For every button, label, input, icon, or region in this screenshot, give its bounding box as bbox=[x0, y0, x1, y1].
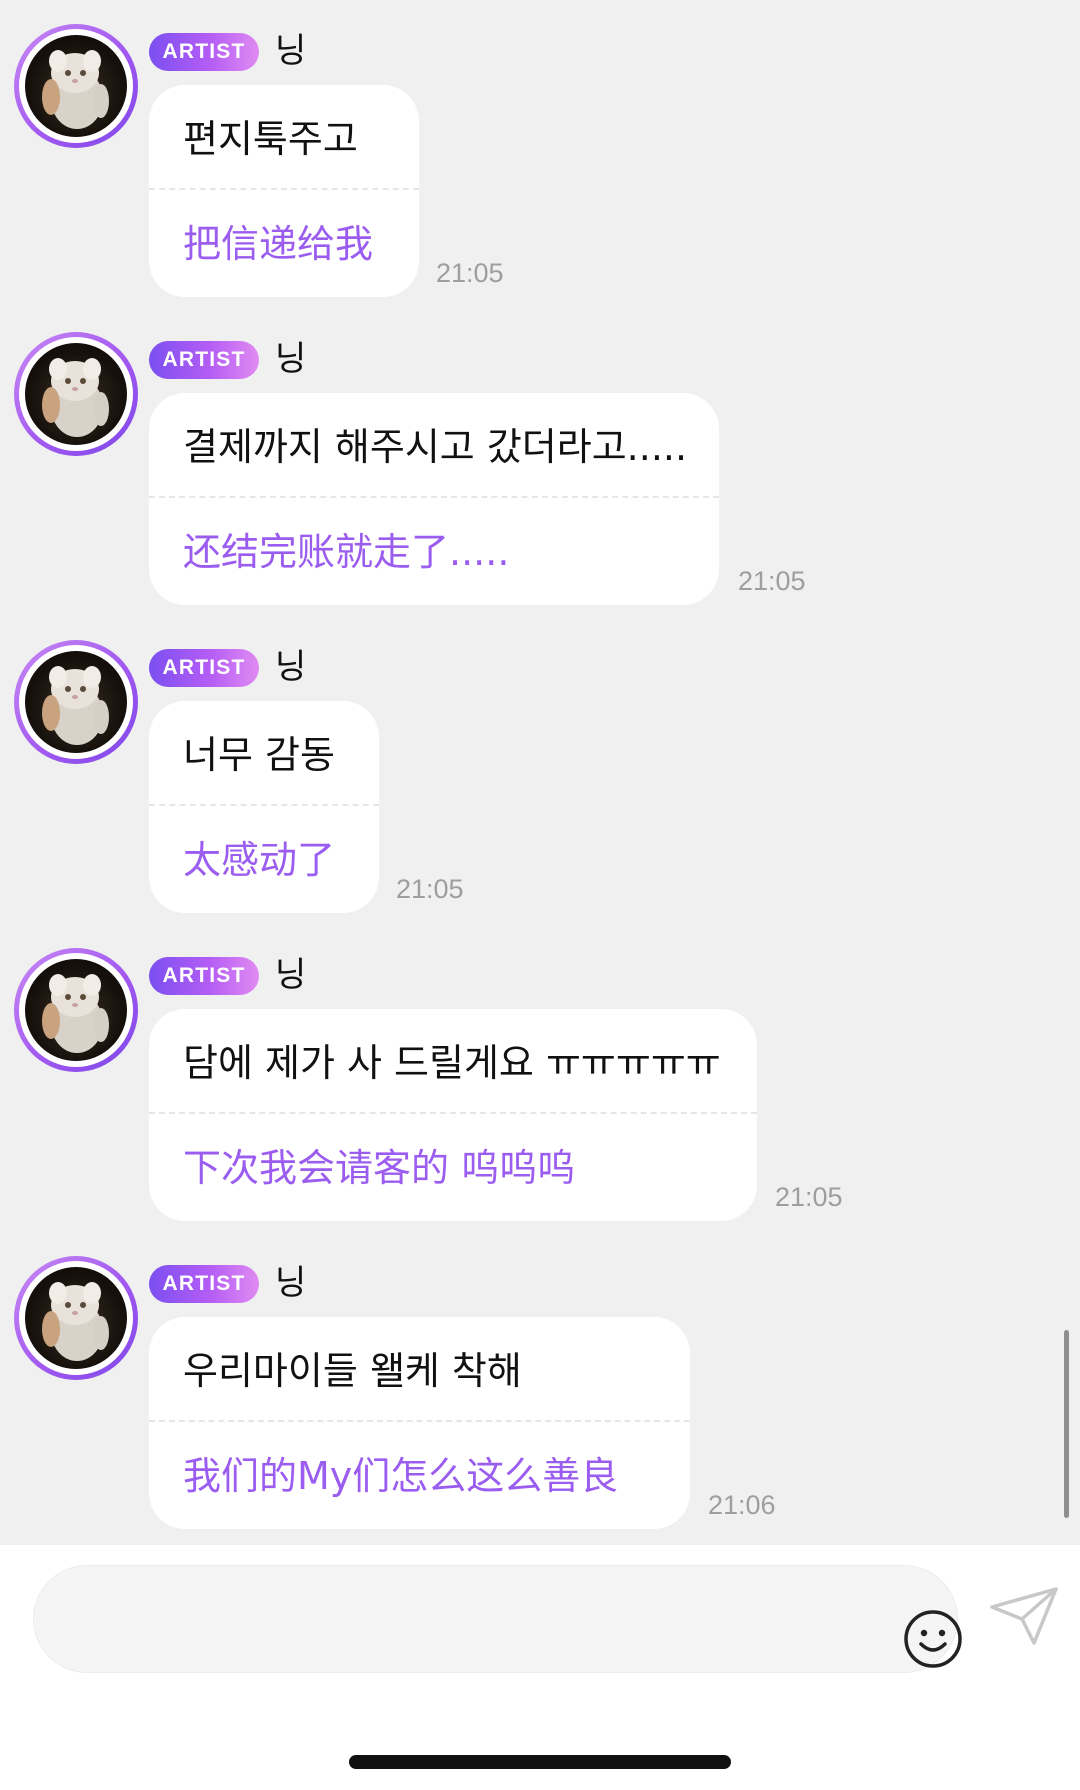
translation-text: 下次我会请客的 呜呜呜 bbox=[183, 1146, 576, 1190]
cat-avatar-image bbox=[42, 974, 109, 1053]
message-input[interactable] bbox=[33, 1565, 962, 1673]
divider bbox=[149, 188, 419, 190]
divider bbox=[149, 1112, 757, 1114]
message-row: ARTIST 닝 우리마이들 왤케 착해 我们的My们怎么这么善良 21:06 bbox=[0, 1240, 1080, 1530]
avatar[interactable] bbox=[14, 24, 138, 148]
sender-name[interactable]: 닝 bbox=[275, 644, 306, 690]
translation-text: 太感动了 bbox=[183, 838, 336, 882]
artist-badge: ARTIST bbox=[149, 957, 259, 995]
sender-name[interactable]: 닝 bbox=[275, 952, 306, 998]
artist-badge: ARTIST bbox=[149, 33, 259, 71]
sender-name[interactable]: 닝 bbox=[275, 1260, 306, 1306]
home-indicator[interactable] bbox=[349, 1755, 731, 1769]
translation-text: 还结完账就走了..... bbox=[183, 530, 510, 574]
avatar[interactable] bbox=[14, 332, 138, 456]
message-bubble[interactable]: 담에 제가 사 드릴게요 ㅠㅠㅠㅠㅠ 下次我会请客的 呜呜呜 bbox=[149, 1009, 757, 1221]
timestamp: 21:06 bbox=[708, 1490, 776, 1520]
timestamp: 21:05 bbox=[775, 1182, 843, 1212]
timestamp: 21:05 bbox=[436, 258, 504, 288]
cat-avatar-image bbox=[42, 50, 109, 129]
message-bubble[interactable]: 너무 감동 太感动了 bbox=[149, 701, 379, 913]
message-bubble[interactable]: 편지툭주고 把信递给我 bbox=[149, 85, 419, 297]
timestamp: 21:05 bbox=[738, 566, 806, 596]
smiley-icon[interactable] bbox=[902, 1608, 964, 1670]
original-text: 우리마이들 왤케 착해 bbox=[183, 1349, 522, 1393]
message-row: ARTIST 닝 결제까지 해주시고 갔더라고..... 还结完账就走了....… bbox=[0, 316, 1080, 606]
cat-avatar-image bbox=[42, 666, 109, 745]
cat-avatar-image bbox=[42, 358, 109, 437]
cat-avatar-image bbox=[42, 1282, 109, 1361]
timestamp: 21:05 bbox=[396, 874, 464, 904]
paper-plane-send-icon[interactable] bbox=[988, 1585, 1060, 1647]
sender-name[interactable]: 닝 bbox=[275, 336, 306, 382]
chat-area[interactable]: ARTIST 닝 편지툭주고 把信递给我 21:05 ARTIST 닝 결제까지… bbox=[0, 0, 1080, 1545]
composer-bar bbox=[0, 1545, 1080, 1790]
avatar[interactable] bbox=[14, 948, 138, 1072]
original-text: 너무 감동 bbox=[183, 733, 335, 777]
divider bbox=[149, 804, 379, 806]
message-bubble[interactable]: 결제까지 해주시고 갔더라고..... 还结完账就走了..... bbox=[149, 393, 719, 605]
message-row: ARTIST 닝 너무 감동 太感动了 21:05 bbox=[0, 624, 1080, 914]
translation-text: 我们的My们怎么这么善良 bbox=[183, 1454, 619, 1498]
original-text: 담에 제가 사 드릴게요 ㅠㅠㅠㅠㅠ bbox=[183, 1041, 721, 1085]
translation-text: 把信递给我 bbox=[183, 222, 374, 266]
original-text: 편지툭주고 bbox=[183, 117, 358, 161]
original-text: 결제까지 해주시고 갔더라고..... bbox=[183, 425, 688, 469]
avatar[interactable] bbox=[14, 640, 138, 764]
message-bubble[interactable]: 우리마이들 왤케 착해 我们的My们怎么这么善良 bbox=[149, 1317, 690, 1529]
artist-badge: ARTIST bbox=[149, 1265, 259, 1303]
divider bbox=[149, 1420, 690, 1422]
artist-badge: ARTIST bbox=[149, 649, 259, 687]
message-row: ARTIST 닝 담에 제가 사 드릴게요 ㅠㅠㅠㅠㅠ 下次我会请客的 呜呜呜 … bbox=[0, 932, 1080, 1222]
message-row: ARTIST 닝 편지툭주고 把信递给我 21:05 bbox=[0, 8, 1080, 298]
sender-name[interactable]: 닝 bbox=[275, 28, 306, 74]
artist-badge: ARTIST bbox=[149, 341, 259, 379]
scrollbar[interactable] bbox=[1064, 1330, 1069, 1518]
divider bbox=[149, 496, 719, 498]
avatar[interactable] bbox=[14, 1256, 138, 1380]
